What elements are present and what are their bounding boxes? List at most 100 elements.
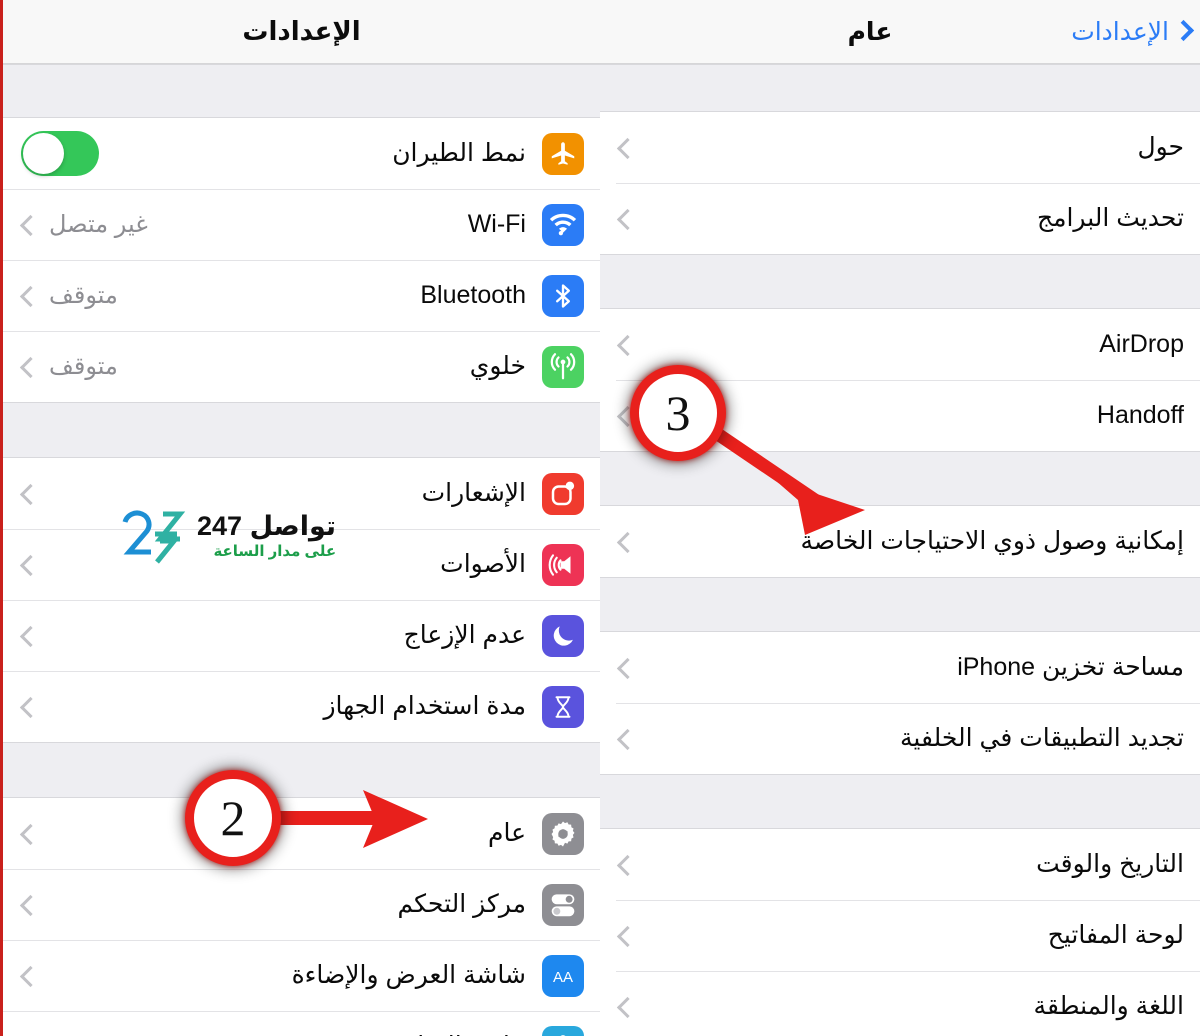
chevron-left-icon (618, 656, 632, 680)
gear-icon (542, 812, 584, 855)
do-not-disturb-icon (542, 614, 584, 657)
row-iphone-storage[interactable]: مساحة تخزين iPhone (600, 632, 1200, 703)
back-button-label: الإعدادات (1071, 17, 1169, 46)
row-label: مركز التحكم (397, 889, 526, 918)
row-value: متوقف (49, 353, 118, 380)
group-gap (600, 774, 1200, 829)
row-accessibility[interactable]: إمكانية وصول ذوي الاحتياجات الخاصة (600, 506, 1200, 577)
row-label: تجديد التطبيقات في الخلفية (900, 723, 1184, 752)
chevron-left-icon (618, 727, 632, 751)
row-wallpaper[interactable]: خلفية الشاشة (3, 1011, 600, 1036)
screen-time-icon (542, 685, 584, 728)
group-storage: مساحة تخزين iPhone تجديد التطبيقات في ال… (600, 632, 1200, 774)
list-top-gap (3, 64, 600, 118)
row-label: لوحة المفاتيح (1047, 920, 1184, 949)
row-label: Wi-Fi (467, 209, 526, 238)
chevron-left-icon (618, 333, 632, 357)
row-label: تحديث البرامج (1036, 203, 1184, 232)
sounds-icon (542, 543, 584, 586)
group-gap (3, 402, 600, 458)
row-label: Bluetooth (420, 280, 526, 309)
row-airplane-mode[interactable]: نمط الطيران (3, 118, 600, 189)
row-background-app-refresh[interactable]: تجديد التطبيقات في الخلفية (600, 703, 1200, 774)
row-wifi[interactable]: Wi-Fi غير متصل (3, 189, 600, 260)
chevron-left-icon (618, 136, 632, 160)
chevron-left-icon (618, 995, 632, 1019)
row-label: الأصوات (440, 549, 526, 578)
wifi-icon (542, 203, 584, 246)
svg-text:AA: AA (553, 969, 573, 986)
settings-list[interactable]: نمط الطيران Wi-Fi غير متصل Bluetooth متو… (3, 64, 600, 1036)
row-label: خلوي (469, 351, 526, 380)
row-date-time[interactable]: التاريخ والوقت (600, 829, 1200, 900)
chevron-right-icon (1175, 19, 1190, 45)
cellular-icon (542, 345, 584, 388)
group-general: عام مركز التحكم AA شاشة العرض والإضاءة (3, 798, 600, 1036)
row-notifications[interactable]: الإشعارات (3, 458, 600, 529)
chevron-left-icon (618, 530, 632, 554)
settings-page-title: الإعدادات (242, 16, 361, 46)
group-gap (600, 254, 1200, 309)
group-about: حول تحديث البرامج (600, 112, 1200, 254)
row-label: شاشة العرض والإضاءة (291, 960, 526, 989)
control-center-icon (542, 883, 584, 926)
chevron-left-icon (21, 624, 35, 648)
group-gap (600, 577, 1200, 632)
list-top-gap (600, 64, 1200, 112)
general-page-title: عام (847, 17, 893, 46)
group-connectivity: نمط الطيران Wi-Fi غير متصل Bluetooth متو… (3, 118, 600, 402)
row-value: متوقف (49, 282, 118, 309)
chevron-left-icon (21, 822, 35, 846)
row-display-brightness[interactable]: AA شاشة العرض والإضاءة (3, 940, 600, 1011)
row-value: غير متصل (49, 211, 148, 238)
general-settings-panel: الإعدادات عام حول تحديث البرامج AirDrop … (600, 0, 1200, 1036)
row-label: اللغة والمنطقة (1033, 991, 1184, 1020)
row-label: الإشعارات (421, 478, 526, 507)
group-gap (3, 742, 600, 798)
row-screen-time[interactable]: مدة استخدام الجهاز (3, 671, 600, 742)
settings-root-panel: الإعدادات نمط الطيران Wi-Fi غير متصل Blu… (0, 0, 600, 1036)
chevron-left-icon (618, 924, 632, 948)
display-brightness-icon: AA (542, 954, 584, 997)
airplane-mode-toggle[interactable] (21, 131, 99, 176)
row-label: التاريخ والوقت (1036, 849, 1184, 878)
row-cellular[interactable]: خلوي متوقف (3, 331, 600, 402)
row-general[interactable]: عام (3, 798, 600, 869)
group-accessibility: إمكانية وصول ذوي الاحتياجات الخاصة (600, 506, 1200, 577)
row-label: نمط الطيران (392, 138, 526, 167)
step-badge-2: 2 (185, 770, 281, 866)
row-label: مساحة تخزين iPhone (957, 652, 1184, 681)
row-label: إمكانية وصول ذوي الاحتياجات الخاصة (800, 526, 1184, 555)
row-language-region[interactable]: اللغة والمنطقة (600, 971, 1200, 1036)
group-notifications: الإشعارات الأصوات عدم الإزعاج مدة استخدا… (3, 458, 600, 742)
row-sounds[interactable]: الأصوات (3, 529, 600, 600)
group-locale: التاريخ والوقت لوحة المفاتيح اللغة والمن… (600, 829, 1200, 1036)
chevron-left-icon (21, 213, 35, 237)
chevron-left-icon (21, 482, 35, 506)
row-do-not-disturb[interactable]: عدم الإزعاج (3, 600, 600, 671)
row-label: حول (1137, 132, 1184, 161)
row-software-update[interactable]: تحديث البرامج (600, 183, 1200, 254)
row-label: مدة استخدام الجهاز (323, 691, 526, 720)
general-list[interactable]: حول تحديث البرامج AirDrop Handoff إمكاني… (600, 64, 1200, 1036)
notifications-icon (542, 472, 584, 515)
row-label: عدم الإزعاج (403, 620, 526, 649)
back-to-settings-button[interactable]: الإعدادات (1071, 17, 1190, 47)
row-about[interactable]: حول (600, 112, 1200, 183)
chevron-left-icon (21, 553, 35, 577)
step-badge-3: 3 (630, 365, 726, 461)
row-control-center[interactable]: مركز التحكم (3, 869, 600, 940)
row-keyboard[interactable]: لوحة المفاتيح (600, 900, 1200, 971)
airplane-icon (542, 132, 584, 175)
bluetooth-icon (542, 274, 584, 317)
chevron-left-icon (618, 207, 632, 231)
chevron-left-icon (21, 284, 35, 308)
chevron-left-icon (21, 964, 35, 988)
row-bluetooth[interactable]: Bluetooth متوقف (3, 260, 600, 331)
general-navbar: الإعدادات عام (600, 0, 1200, 64)
chevron-left-icon (618, 853, 632, 877)
wallpaper-icon (542, 1025, 584, 1036)
settings-navbar: الإعدادات (3, 0, 600, 64)
chevron-left-icon (21, 355, 35, 379)
chevron-left-icon (21, 893, 35, 917)
